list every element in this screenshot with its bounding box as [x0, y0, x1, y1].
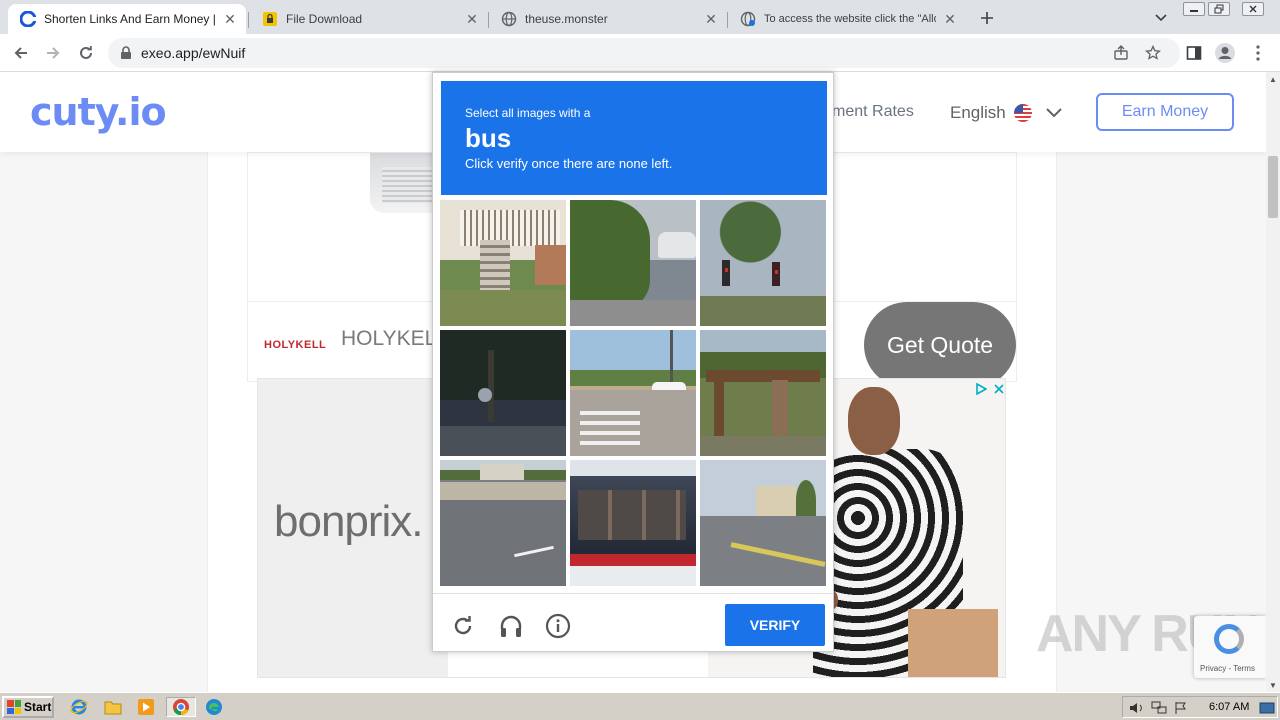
clock: 6:07 AM — [1209, 701, 1250, 713]
lock-icon — [262, 11, 278, 27]
captcha-challenge: Select all images with a bus Click verif… — [432, 72, 834, 652]
nav-link-payment-rates[interactable]: ment Rates — [832, 103, 914, 121]
recaptcha-terms[interactable]: Privacy - Terms — [1200, 664, 1255, 673]
globe-icon — [501, 11, 517, 27]
captcha-tile-4[interactable] — [440, 330, 566, 456]
media-player-icon[interactable] — [135, 697, 157, 717]
language-selector[interactable]: English — [950, 103, 1006, 123]
head-shape — [848, 387, 900, 455]
tab-strip: Shorten Links And Earn Money | cuty ✕ Fi… — [0, 0, 1280, 34]
captcha-tile-5[interactable] — [570, 330, 696, 456]
back-arrow-icon[interactable] — [10, 42, 32, 64]
url-text: exeo.app/ewNuif — [141, 45, 246, 61]
globe-loading-icon — [740, 11, 756, 27]
tab-separator — [248, 12, 249, 28]
side-panel-icon[interactable] — [1183, 42, 1205, 64]
browser-toolbar: exeo.app/ewNuif — [0, 34, 1280, 72]
headphones-icon[interactable] — [496, 611, 526, 641]
scroll-up-icon[interactable]: ▲ — [1266, 72, 1280, 86]
profile-avatar-icon[interactable] — [1214, 42, 1236, 64]
reload-icon[interactable] — [448, 611, 478, 641]
tab-theuse[interactable]: theuse.monster ✕ — [489, 4, 727, 34]
table-shape — [908, 609, 998, 677]
tab-allow[interactable]: To access the website click the "Allow" … — [728, 4, 966, 34]
system-tray: 6:07 AM — [1122, 696, 1278, 718]
new-tab-button[interactable] — [977, 8, 997, 28]
captcha-tile-6[interactable] — [700, 330, 826, 456]
bonprix-logo: bonprix. — [274, 497, 424, 546]
address-bar[interactable]: exeo.app/ewNuif — [108, 38, 1180, 68]
tab-title: theuse.monster — [525, 12, 608, 26]
restore-button[interactable] — [1208, 2, 1230, 16]
tab-file-download[interactable]: File Download ✕ — [250, 4, 488, 34]
captcha-subinstruction: Click verify once there are none left. — [465, 156, 673, 171]
share-icon[interactable] — [1112, 44, 1130, 62]
site-logo[interactable]: cuty.io — [30, 90, 167, 134]
chevron-down-icon[interactable] — [1044, 102, 1064, 122]
reload-icon[interactable] — [75, 42, 97, 64]
holykell-logo: HOLYKELL — [264, 339, 327, 351]
close-icon[interactable] — [993, 383, 1005, 395]
show-desktop-icon[interactable] — [1259, 700, 1275, 716]
windows-logo-icon — [7, 700, 21, 714]
adchoices[interactable] — [975, 382, 1005, 396]
us-flag-icon — [1014, 104, 1032, 122]
captcha-target-object: bus — [465, 123, 512, 153]
earn-money-button[interactable]: Earn Money — [1096, 93, 1234, 131]
menu-dots-icon[interactable] — [1247, 42, 1269, 64]
close-icon[interactable]: ✕ — [464, 11, 480, 27]
adchoices-icon[interactable] — [975, 383, 987, 395]
lock-icon[interactable] — [117, 44, 135, 62]
chevron-down-icon[interactable] — [1152, 9, 1170, 27]
close-icon[interactable]: ✕ — [942, 11, 958, 27]
captcha-tile-7[interactable] — [440, 460, 566, 586]
get-quote-button[interactable]: Get Quote — [864, 302, 1016, 388]
captcha-instruction: Select all images with a — [465, 106, 591, 120]
page-scrollbar[interactable]: ▲ ▼ — [1266, 72, 1280, 692]
start-label: Start — [24, 700, 52, 714]
captcha-tile-8[interactable] — [570, 460, 696, 586]
volume-icon[interactable] — [1129, 700, 1145, 716]
scroll-thumb[interactable] — [1268, 156, 1278, 218]
close-icon[interactable]: ✕ — [703, 11, 719, 27]
flag-icon[interactable] — [1173, 700, 1189, 716]
info-icon[interactable] — [543, 611, 573, 641]
captcha-tile-1[interactable] — [440, 200, 566, 326]
tab-title: To access the website click the "Allow" — [764, 13, 936, 25]
close-icon[interactable]: ✕ — [222, 11, 238, 27]
captcha-divider — [433, 593, 833, 594]
captcha-tile-2[interactable] — [570, 200, 696, 326]
tab-cuty[interactable]: Shorten Links And Earn Money | cuty ✕ — [8, 4, 246, 34]
scroll-down-icon[interactable]: ▼ — [1266, 678, 1280, 692]
recaptcha-badge[interactable]: Privacy - Terms — [1194, 616, 1266, 678]
folder-icon[interactable] — [102, 697, 124, 717]
recaptcha-logo-icon — [1214, 624, 1244, 654]
windows-taskbar: Start 6:07 AM — [0, 692, 1280, 720]
start-button[interactable]: Start — [2, 696, 54, 718]
cuty-icon — [20, 11, 36, 27]
verify-button[interactable]: VERIFY — [725, 604, 825, 646]
minimize-button[interactable] — [1183, 2, 1205, 16]
internet-explorer-icon[interactable] — [68, 697, 90, 717]
close-window-button[interactable] — [1242, 2, 1264, 16]
captcha-tile-9[interactable] — [700, 460, 826, 586]
tab-title: Shorten Links And Earn Money | cuty — [44, 12, 216, 26]
star-icon[interactable] — [1144, 44, 1162, 62]
captcha-tile-3[interactable] — [700, 200, 826, 326]
captcha-header: Select all images with a bus Click verif… — [441, 81, 827, 195]
chrome-icon[interactable] — [166, 697, 196, 717]
forward-arrow-icon[interactable] — [42, 42, 64, 64]
edge-icon[interactable] — [203, 697, 225, 717]
tab-title: File Download — [286, 12, 363, 26]
network-icon[interactable] — [1151, 700, 1167, 716]
